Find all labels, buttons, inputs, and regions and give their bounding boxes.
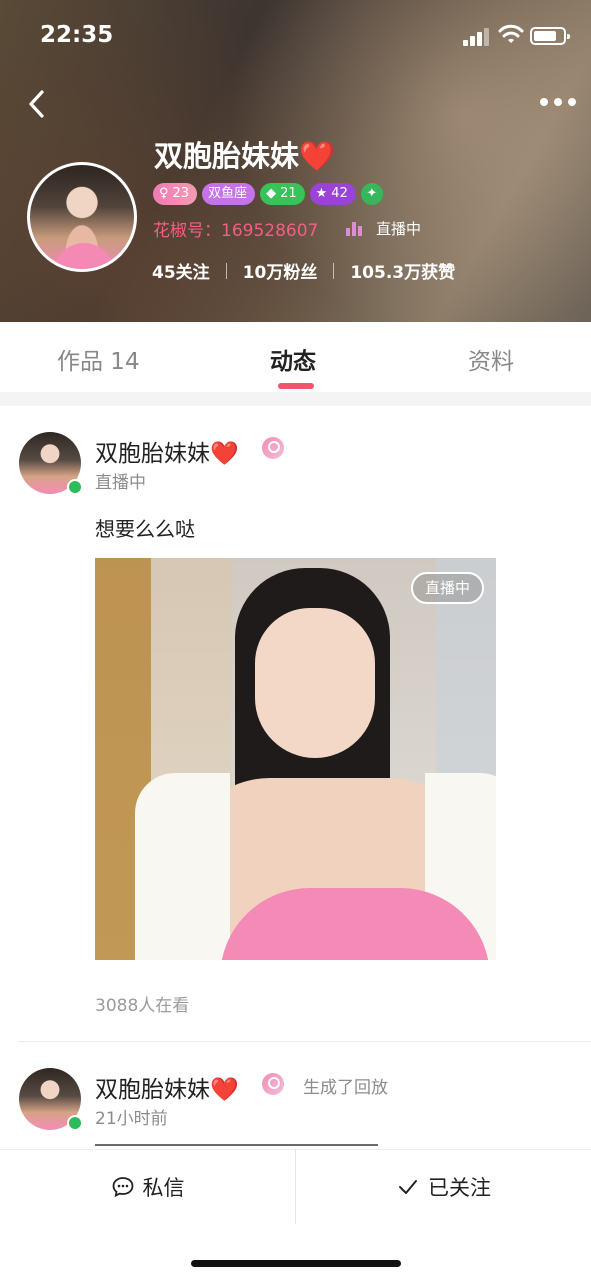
profile-name: 双胞胎妹妹❤️ <box>154 139 336 173</box>
likes-count: 105.3万获赞 <box>350 263 456 283</box>
following-count[interactable]: 45关注 <box>152 258 210 283</box>
message-button[interactable]: 私信 <box>0 1150 295 1224</box>
back-button[interactable] <box>22 88 52 120</box>
diamond-level-badge: ◆ 21 <box>260 183 305 205</box>
post-status: 直播中 <box>95 473 146 493</box>
female-icon: ♀ <box>159 186 169 201</box>
tab-profile[interactable]: 资料 <box>468 342 514 376</box>
zodiac-badge: 双鱼座 <box>202 183 256 205</box>
diamond-icon: ◆ <box>266 186 277 201</box>
fans-count[interactable]: 10万粉丝 <box>243 258 318 283</box>
chat-icon <box>112 1177 133 1198</box>
age-badge: ♀ 23 <box>153 183 198 205</box>
post-text: 想要么么哒 <box>95 517 195 541</box>
live-bars-icon <box>346 221 368 236</box>
cellular-signal-icon <box>463 26 491 46</box>
female-icon <box>262 1073 284 1095</box>
verified-icon <box>67 479 83 495</box>
profile-stats: 45关注 10万粉丝 105.3万获赞 <box>152 258 455 283</box>
feed: 双胞胎妹妹❤️ 直播中 想要么么哒 直播中 3088人在看 双胞胎妹妹❤️ 生成… <box>0 406 591 1166</box>
star-icon: ★ <box>315 186 328 201</box>
more-options-button[interactable] <box>540 98 576 110</box>
verified-icon <box>67 1115 83 1131</box>
tab-moments[interactable]: 动态 <box>270 342 316 376</box>
live-status[interactable]: 直播中 <box>346 218 421 239</box>
profile-avatar[interactable] <box>27 162 137 272</box>
stats-divider <box>225 262 227 279</box>
verified-icon: ✦ <box>360 183 383 205</box>
post-photo[interactable]: 直播中 <box>95 558 496 960</box>
user-id: 花椒号：169528607 <box>153 221 319 241</box>
post-time: 21小时前 <box>95 1109 168 1129</box>
check-icon <box>399 1180 417 1194</box>
active-tab-indicator <box>278 383 314 389</box>
female-icon <box>262 437 284 459</box>
status-bar: 22:35 <box>0 0 591 70</box>
live-badge: 直播中 <box>411 572 485 604</box>
clock: 22:35 <box>40 22 114 48</box>
profile-badges: ♀ 23 双鱼座 ◆ 21 ★ 42 ✦ <box>153 183 383 207</box>
viewer-count: 3088人在看 <box>95 996 190 1016</box>
tab-works[interactable]: 作品 14 <box>57 342 140 376</box>
next-post-preview <box>95 1144 378 1146</box>
profile-header: 22:35 双胞胎妹妹❤️ ♀ 23 双鱼座 ◆ 21 ★ 42 ✦ 花椒号：1695… <box>0 0 591 322</box>
battery-icon <box>530 27 570 45</box>
wifi-icon <box>498 24 524 43</box>
stats-divider <box>333 262 335 279</box>
bottom-action-bar: 私信 已关注 <box>0 1149 591 1280</box>
post-divider <box>18 1041 591 1042</box>
home-indicator[interactable] <box>191 1260 401 1267</box>
post-author-name[interactable]: 双胞胎妹妹❤️ <box>95 434 239 468</box>
post-action-text: 生成了回放 <box>303 1078 388 1098</box>
profile-tabs: 作品 14 动态 资料 <box>0 322 591 392</box>
star-level-badge: ★ 42 <box>309 183 356 205</box>
post-author-name[interactable]: 双胞胎妹妹❤️ <box>95 1070 239 1104</box>
followed-button[interactable]: 已关注 <box>296 1150 591 1224</box>
